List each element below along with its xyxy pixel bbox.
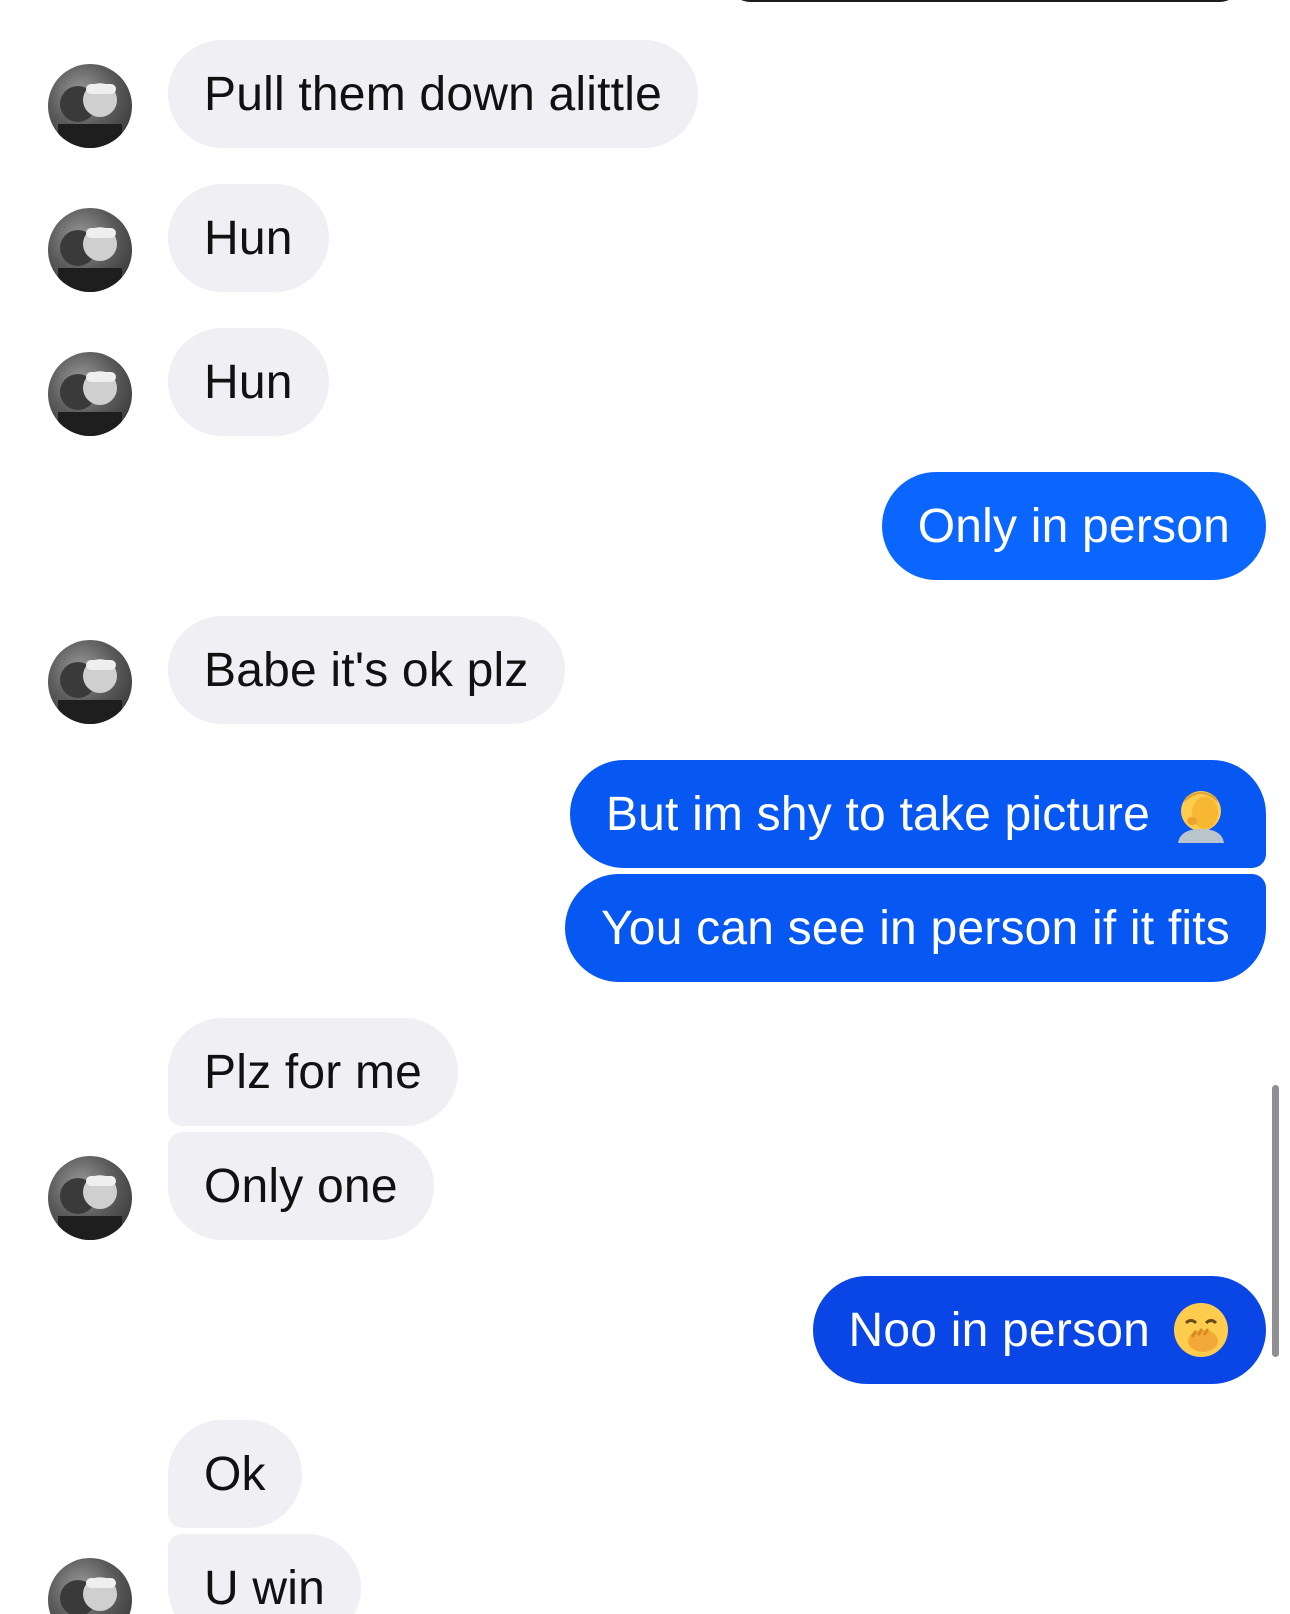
message-row-incoming: Hun xyxy=(0,328,1290,436)
contact-avatar[interactable] xyxy=(48,64,132,148)
outgoing-message-bubble[interactable]: Only in person xyxy=(881,472,1266,580)
message-row-outgoing: Only in person xyxy=(0,472,1290,580)
hand-over-mouth-icon xyxy=(1172,1301,1230,1359)
message-row-incoming: Hun xyxy=(0,184,1290,292)
message-text: Hun xyxy=(204,355,293,409)
incoming-message-bubble[interactable]: Babe it's ok plz xyxy=(168,616,565,724)
incoming-message-bubble[interactable]: Hun xyxy=(168,328,329,436)
incoming-message-bubble[interactable]: Pull them down alittle xyxy=(168,40,698,148)
message-text: You can see in person if it fits xyxy=(601,901,1230,955)
message-row-incoming: Pull them down alittle xyxy=(0,40,1290,148)
message-text: Only in person xyxy=(917,499,1230,553)
face-palm-icon xyxy=(1172,785,1230,843)
contact-avatar[interactable] xyxy=(48,640,132,724)
message-text: U win xyxy=(204,1561,326,1614)
contact-avatar[interactable] xyxy=(48,352,132,436)
outgoing-message-bubble[interactable]: Noo in person xyxy=(812,1276,1266,1384)
message-row-incoming: Plz for me xyxy=(0,1018,1290,1126)
incoming-message-bubble[interactable]: Only one xyxy=(168,1132,434,1240)
message-thread[interactable]: Pull them down alittle Hun Hun Only in p… xyxy=(0,0,1290,1614)
message-row-incoming: Ok xyxy=(0,1420,1290,1528)
message-text: Ok xyxy=(204,1447,266,1501)
message-row-incoming: U win xyxy=(0,1534,1290,1614)
message-row-incoming: Babe it's ok plz xyxy=(0,616,1290,724)
outgoing-message-bubble[interactable]: You can see in person if it fits xyxy=(565,874,1266,982)
message-row-outgoing: Noo in person xyxy=(0,1276,1290,1384)
message-row-incoming: Only one xyxy=(0,1132,1290,1240)
message-text: Hun xyxy=(204,211,293,265)
message-row-outgoing: You can see in person if it fits xyxy=(0,874,1290,982)
incoming-message-bubble[interactable]: Ok xyxy=(168,1420,302,1528)
contact-avatar[interactable] xyxy=(48,1558,132,1614)
contact-avatar[interactable] xyxy=(48,1156,132,1240)
incoming-message-bubble[interactable]: U win xyxy=(168,1534,362,1614)
scrollbar[interactable] xyxy=(1272,1085,1279,1357)
message-text: Noo in person xyxy=(848,1303,1150,1357)
message-text: Only one xyxy=(204,1159,398,1213)
incoming-message-bubble[interactable]: Hun xyxy=(168,184,329,292)
incoming-message-bubble[interactable]: Plz for me xyxy=(168,1018,459,1126)
message-text: Babe it's ok plz xyxy=(204,643,529,697)
message-text: Plz for me xyxy=(204,1045,423,1099)
message-text: Pull them down alittle xyxy=(204,67,662,121)
contact-avatar[interactable] xyxy=(48,208,132,292)
message-row-outgoing: But im shy to take picture xyxy=(0,760,1290,868)
outgoing-message-bubble[interactable]: But im shy to take picture xyxy=(569,760,1266,868)
message-text: But im shy to take picture xyxy=(605,787,1150,841)
